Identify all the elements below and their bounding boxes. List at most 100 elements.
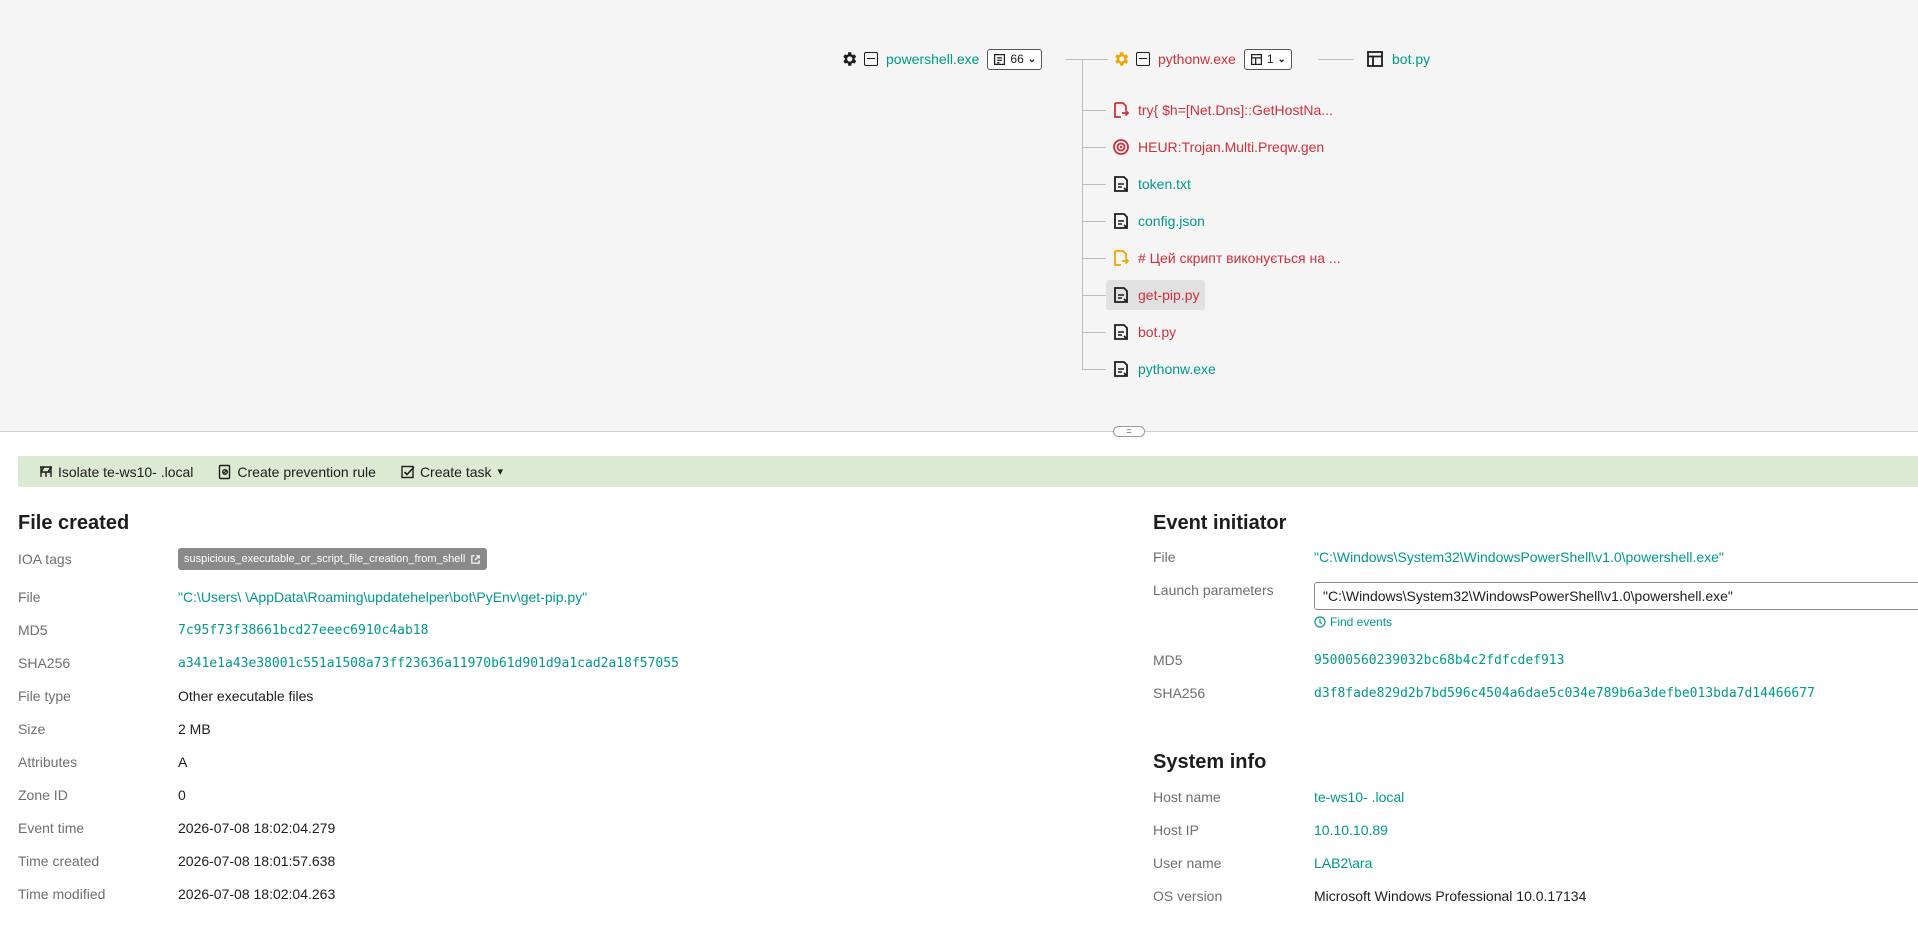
tree-child-node[interactable]: config.json (1106, 206, 1211, 236)
tree-child-label: get-pip.py (1138, 287, 1200, 303)
tree-child-node[interactable]: try{ $h=[Net.Dns]::GetHostNa... (1106, 95, 1339, 125)
host-name-label: Host name (1153, 789, 1221, 805)
time-created-row: Time created 2026-07-08 18:01:57.638 (18, 848, 335, 874)
user-name-value[interactable]: LAB2\ara (1314, 855, 1372, 871)
host-ip-value[interactable]: 10.10.10.89 (1314, 822, 1388, 838)
time-created-label: Time created (18, 853, 100, 869)
tree-branch-connector (1082, 147, 1106, 148)
file-path-row: File "C:\Users\ \AppData\Roaming\updateh… (18, 584, 587, 610)
attributes-value: A (178, 754, 188, 770)
tree-child-node[interactable]: token.txt (1106, 169, 1197, 199)
initiator-md5-value[interactable]: 95000560239032bc68b4c2fdfcdef913 (1314, 653, 1564, 668)
tree-branch-connector (1082, 184, 1106, 185)
initiator-sha256-value[interactable]: d3f8fade829d2b7bd596c4504a6dae5c034e789b… (1314, 686, 1815, 701)
event-initiator-title: Event initiator (1153, 512, 1287, 534)
os-version-value: Microsoft Windows Professional 10.0.1713… (1314, 888, 1587, 904)
os-version-row: OS version Microsoft Windows Professiona… (1153, 883, 1586, 909)
tree-branch-connector (1082, 332, 1106, 333)
file-write-icon (1112, 360, 1130, 378)
target-file-name[interactable]: bot.py (1392, 51, 1430, 67)
file-layout-icon (1366, 50, 1384, 68)
chevron-down-icon: ▾ (497, 466, 504, 478)
md5-row: MD5 7c95f73f38661bcd27eeec6910c4ab18 (18, 617, 428, 643)
tree-child-label: bot.py (1138, 324, 1177, 340)
task-checkbox-icon (401, 465, 415, 478)
host-ip-label: Host IP (1153, 822, 1199, 838)
script-warning-icon (1112, 249, 1130, 267)
tree-branch-connector (1082, 369, 1106, 370)
time-modified-value: 2026-07-08 18:02:04.263 (178, 886, 336, 902)
find-events-link[interactable]: Find events (1314, 615, 1392, 629)
initiator-md5-label: MD5 (1153, 652, 1183, 668)
event-time-row: Event time 2026-07-08 18:02:04.279 (18, 815, 335, 841)
launch-parameters-field[interactable]: "C:\Windows\System32\WindowsPowerShell\v… (1314, 582, 1918, 610)
panel-resize-handle[interactable]: = (1113, 426, 1145, 437)
size-label: Size (18, 721, 46, 737)
root-event-count: 66 (1010, 52, 1024, 66)
sha256-row: SHA256 a341e1a43e38001c551a1508a73ff2363… (18, 650, 679, 676)
tree-child-node[interactable]: bot.py (1106, 317, 1182, 347)
zone-id-value: 0 (178, 787, 186, 803)
process-event-count-dropdown[interactable]: 1 ⌄ (1243, 48, 1292, 70)
script-run-icon (1112, 101, 1130, 119)
file-type-row: File type Other executable files (18, 683, 313, 709)
tree-child-label: HEUR:Trojan.Multi.Preqw.gen (1138, 139, 1325, 155)
response-action-bar: Isolate te-ws10- .local Create preventio… (18, 456, 1918, 487)
ioa-tag-badge[interactable]: suspicious_executable_or_script_file_cre… (178, 548, 488, 570)
tree-child-label: pythonw.exe (1138, 361, 1216, 377)
tree-target-node[interactable]: bot.py (1366, 47, 1430, 71)
process-name[interactable]: pythonw.exe (1158, 51, 1236, 67)
chevron-down-icon: ⌄ (1027, 53, 1037, 65)
root-event-count-dropdown[interactable]: 66 ⌄ (987, 48, 1043, 70)
ioa-tag-text: suspicious_executable_or_script_file_cre… (184, 553, 466, 565)
file-write-icon (1112, 323, 1130, 341)
find-events-label: Find events (1330, 615, 1393, 629)
collapse-icon[interactable] (864, 52, 878, 66)
initiator-sha256-row: SHA256 d3f8fade829d2b7bd596c4504a6dae5c0… (1153, 680, 1815, 706)
gear-warning-icon (1112, 50, 1130, 68)
initiator-file-value[interactable]: "C:\Windows\System32\WindowsPowerShell\v… (1314, 549, 1724, 565)
initiator-file-row: File "C:\Windows\System32\WindowsPowerSh… (1153, 544, 1724, 570)
file-path-label: File (18, 589, 41, 605)
sha256-value[interactable]: a341e1a43e38001c551a1508a73ff23636a11970… (178, 656, 679, 671)
tree-child-node[interactable]: get-pip.py (1106, 280, 1206, 310)
launch-parameters-label: Launch parameters (1153, 582, 1274, 598)
tree-process-node[interactable]: pythonw.exe 1 ⌄ (1112, 47, 1292, 71)
time-created-value: 2026-07-08 18:01:57.638 (178, 853, 336, 869)
event-time-label: Event time (18, 820, 85, 836)
isolate-icon (40, 465, 52, 477)
tree-child-node[interactable]: pythonw.exe (1106, 354, 1222, 384)
file-type-value: Other executable files (178, 688, 314, 704)
tree-child-node[interactable]: HEUR:Trojan.Multi.Preqw.gen (1106, 132, 1330, 162)
host-name-value[interactable]: te-ws10- .local (1314, 789, 1404, 805)
initiator-file-label: File (1153, 549, 1176, 565)
tree-branch-connector (1082, 221, 1106, 222)
time-modified-row: Time modified 2026-07-08 18:02:04.263 (18, 881, 335, 907)
isolate-host-button[interactable]: Isolate te-ws10- .local (38, 464, 193, 480)
process-tree-panel: powershell.exe 66 ⌄ pythonw.exe 1 ⌄ bot.… (0, 0, 1918, 437)
tree-child-label: try{ $h=[Net.Dns]::GetHostNa... (1138, 102, 1333, 118)
root-process-name[interactable]: powershell.exe (886, 51, 979, 67)
file-path-value[interactable]: "C:\Users\ \AppData\Roaming\updatehelper… (178, 589, 587, 605)
table-icon (1250, 53, 1262, 65)
initiator-md5-row: MD5 95000560239032bc68b4c2fdfcdef913 (1153, 647, 1564, 673)
tree-child-node[interactable]: # Цей скрипт виконується на ... (1106, 243, 1347, 273)
file-write-icon (1112, 212, 1130, 230)
create-prevention-rule-button[interactable]: Create prevention rule (217, 464, 376, 480)
collapse-icon[interactable] (1136, 52, 1150, 66)
tree-root-node[interactable]: powershell.exe 66 ⌄ (840, 47, 1043, 71)
create-task-button[interactable]: Create task ▾ (400, 464, 503, 480)
events-icon (994, 53, 1006, 65)
gear-icon (840, 50, 858, 68)
initiator-sha256-label: SHA256 (1153, 685, 1206, 701)
process-event-count: 1 (1266, 52, 1274, 66)
tree-connector (1066, 59, 1108, 60)
tree-children-connector (1082, 60, 1083, 370)
launch-parameters-row: Launch parameters (1153, 577, 1314, 603)
tree-child-label: config.json (1138, 213, 1205, 229)
md5-label: MD5 (18, 622, 48, 638)
file-write-icon (1112, 175, 1130, 193)
md5-value[interactable]: 7c95f73f38661bcd27eeec6910c4ab18 (178, 623, 428, 638)
host-name-row: Host name te-ws10- .local (1153, 784, 1404, 810)
user-name-row: User name LAB2\ara (1153, 850, 1372, 876)
